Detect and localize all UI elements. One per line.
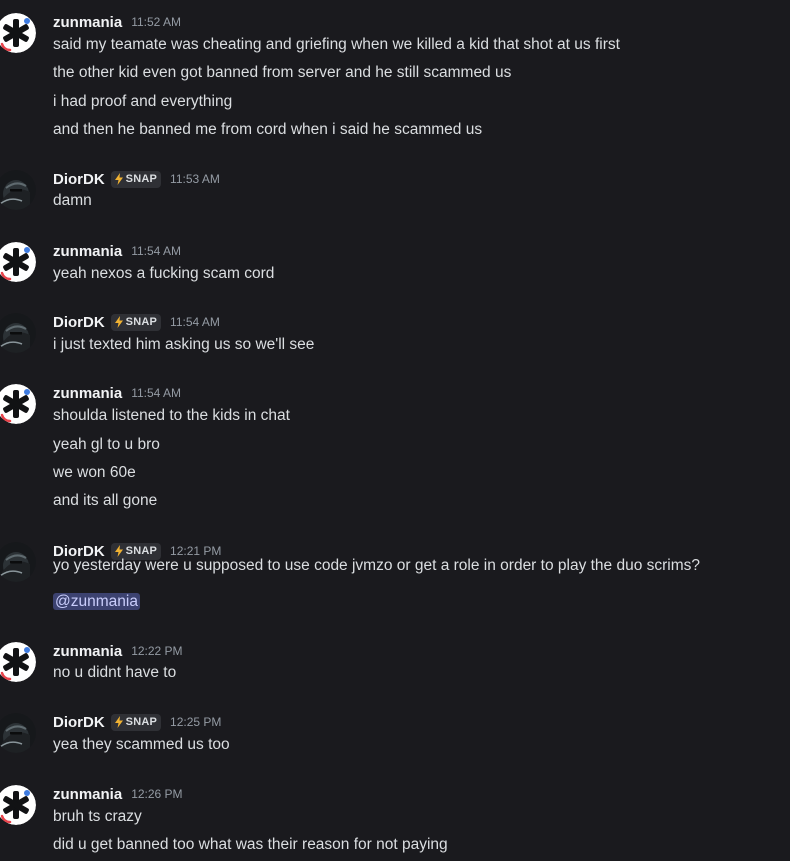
username[interactable]: zunmania bbox=[53, 14, 122, 31]
avatar-diordk[interactable] bbox=[0, 170, 36, 210]
message-header: zunmania 11:54 AM bbox=[53, 240, 181, 262]
message-text: we won 60e bbox=[53, 464, 136, 481]
avatar-zunmania[interactable] bbox=[0, 785, 36, 825]
username[interactable]: DiorDK bbox=[53, 714, 105, 731]
timestamp[interactable]: 11:53 AM bbox=[170, 172, 220, 186]
message-text: yeah gl to u bro bbox=[53, 436, 160, 453]
guild-tag-badge[interactable]: SNAP bbox=[110, 713, 162, 731]
timestamp[interactable]: 11:54 AM bbox=[170, 315, 220, 329]
message-header: DiorDK SNAP 11:53 AM bbox=[53, 168, 220, 190]
avatar-diordk[interactable] bbox=[0, 713, 36, 753]
lightning-icon bbox=[114, 316, 126, 328]
username[interactable]: zunmania bbox=[53, 243, 122, 260]
username[interactable]: zunmania bbox=[53, 643, 122, 660]
message-text: yeah nexos a fucking scam cord bbox=[53, 265, 275, 282]
timestamp[interactable]: 11:54 AM bbox=[131, 386, 181, 400]
message-text: and its all gone bbox=[53, 492, 158, 509]
timestamp[interactable]: 12:26 PM bbox=[131, 787, 182, 801]
user-mention[interactable]: @zunmania bbox=[53, 593, 140, 610]
message-text: i had proof and everything bbox=[53, 93, 233, 110]
guild-tag-badge[interactable]: SNAP bbox=[110, 170, 162, 188]
message-header: zunmania 11:52 AM bbox=[53, 11, 181, 33]
timestamp[interactable]: 12:22 PM bbox=[131, 644, 182, 658]
message-header: zunmania 11:54 AM bbox=[53, 382, 181, 404]
guild-tag-badge[interactable]: SNAP bbox=[110, 313, 162, 331]
username[interactable]: zunmania bbox=[53, 385, 122, 402]
message-text: yea they scammed us too bbox=[53, 736, 230, 753]
chat-message-list[interactable]: zunmania 11:52 AM said my teamate was chea… bbox=[0, 0, 790, 861]
badge-label: SNAP bbox=[125, 716, 158, 728]
mention-line: @zunmania bbox=[53, 591, 140, 613]
avatar-diordk[interactable] bbox=[0, 542, 36, 582]
username[interactable]: DiorDK bbox=[53, 314, 105, 331]
message-header: zunmania 12:22 PM bbox=[53, 640, 183, 662]
message-header: DiorDK SNAP 11:54 AM bbox=[53, 311, 220, 333]
timestamp[interactable]: 11:54 AM bbox=[131, 244, 181, 258]
avatar-zunmania[interactable] bbox=[0, 642, 36, 682]
timestamp[interactable]: 12:25 PM bbox=[170, 715, 221, 729]
message-text: i just texted him asking us so we'll see bbox=[53, 336, 315, 353]
badge-label: SNAP bbox=[125, 173, 158, 185]
message-text: did u get banned too what was their reas… bbox=[53, 836, 448, 853]
avatar-diordk[interactable] bbox=[0, 313, 36, 353]
message-text: damn bbox=[53, 192, 92, 209]
lightning-icon bbox=[114, 716, 126, 728]
avatar-zunmania[interactable] bbox=[0, 384, 36, 424]
message-header: DiorDK SNAP 12:25 PM bbox=[53, 711, 221, 733]
username[interactable]: zunmania bbox=[53, 786, 122, 803]
avatar-zunmania[interactable] bbox=[0, 242, 36, 282]
badge-label: SNAP bbox=[125, 316, 158, 328]
message-text: bruh ts crazy bbox=[53, 808, 142, 825]
message-header: zunmania 12:26 PM bbox=[53, 783, 183, 805]
message-text: said my teamate was cheating and griefin… bbox=[53, 36, 620, 53]
message-text: the other kid even got banned from serve… bbox=[53, 64, 512, 81]
message-text: no u didnt have to bbox=[53, 664, 177, 681]
avatar-zunmania[interactable] bbox=[0, 13, 36, 53]
username[interactable]: DiorDK bbox=[53, 171, 105, 188]
lightning-icon bbox=[114, 173, 126, 185]
message-text: and then he banned me from cord when i s… bbox=[53, 121, 483, 138]
message-text: yo yesterday were u supposed to use code… bbox=[53, 557, 701, 574]
timestamp[interactable]: 11:52 AM bbox=[131, 15, 181, 29]
message-text: shoulda listened to the kids in chat bbox=[53, 407, 290, 424]
